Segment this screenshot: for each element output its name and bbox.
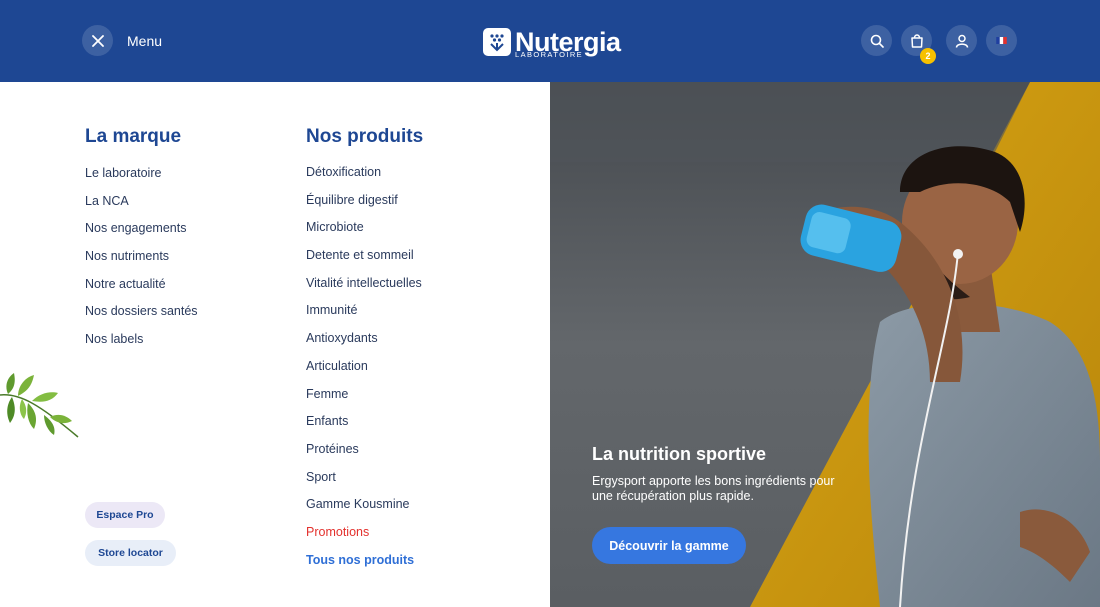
brand-item-labels[interactable]: Nos labels <box>85 332 198 360</box>
hero-title: La nutrition sportive <box>592 444 767 464</box>
product-item-equilibre-digestif[interactable]: Équilibre digestif <box>306 193 422 221</box>
language-button[interactable] <box>986 25 1017 56</box>
product-item-vitalite[interactable]: Vitalité intellectuelles <box>306 276 422 304</box>
product-item-proteines[interactable]: Protéines <box>306 442 422 470</box>
close-menu-button[interactable] <box>82 25 113 56</box>
store-locator-button[interactable]: Store locator <box>85 540 176 566</box>
brand-item-engagements[interactable]: Nos engagements <box>85 221 198 249</box>
brand-item-laboratoire[interactable]: Le laboratoire <box>85 166 198 194</box>
product-item-femme[interactable]: Femme <box>306 387 422 415</box>
leaf-decoration-icon <box>0 373 79 438</box>
brand-item-nca[interactable]: La NCA <box>85 194 198 222</box>
product-item-microbiote[interactable]: Microbiote <box>306 220 422 248</box>
close-icon <box>91 34 104 47</box>
brand-item-actualite[interactable]: Notre actualité <box>85 277 198 305</box>
shopping-bag-icon <box>910 34 923 48</box>
discover-range-button[interactable]: Découvrir la gamme <box>592 527 746 564</box>
espace-pro-button[interactable]: Espace Pro <box>85 502 165 528</box>
all-products-link[interactable]: Tous nos produits <box>306 553 422 581</box>
products-section-title: Nos produits <box>306 126 424 147</box>
brand-item-nutriments[interactable]: Nos nutriments <box>85 249 198 277</box>
french-flag-icon <box>996 37 1007 44</box>
product-item-enfants[interactable]: Enfants <box>306 414 422 442</box>
cart-count-badge: 2 <box>920 48 936 64</box>
brand-section-title: La marque <box>85 126 182 147</box>
site-header: Menu Nutergia LABORATOIRE 2 <box>0 0 1100 82</box>
user-icon <box>955 34 968 48</box>
product-item-articulation[interactable]: Articulation <box>306 359 422 387</box>
product-item-sport[interactable]: Sport <box>306 470 422 498</box>
brand-item-dossiers-sante[interactable]: Nos dossiers santés <box>85 304 198 332</box>
menu-label[interactable]: Menu <box>127 33 162 49</box>
logo-mark-icon <box>483 28 511 56</box>
brand-menu-list: Le laboratoire La NCA Nos engagements No… <box>85 166 198 360</box>
product-item-kousmine[interactable]: Gamme Kousmine <box>306 497 422 525</box>
product-item-immunite[interactable]: Immunité <box>306 303 422 331</box>
search-button[interactable] <box>861 25 892 56</box>
logo-subtitle: LABORATOIRE <box>515 50 584 59</box>
product-item-detente-sommeil[interactable]: Detente et sommeil <box>306 248 422 276</box>
product-item-detoxification[interactable]: Détoxification <box>306 165 422 193</box>
product-item-antioxydants[interactable]: Antioxydants <box>306 331 422 359</box>
account-button[interactable] <box>946 25 977 56</box>
products-menu-list: Détoxification Équilibre digestif Microb… <box>306 165 422 580</box>
hero-description: Ergysport apporte les bons ingrédients p… <box>592 474 835 503</box>
search-icon <box>870 34 884 48</box>
promo-hero-panel: La nutrition sportive Ergysport apporte … <box>550 82 1100 607</box>
product-item-promotions[interactable]: Promotions <box>306 525 422 553</box>
